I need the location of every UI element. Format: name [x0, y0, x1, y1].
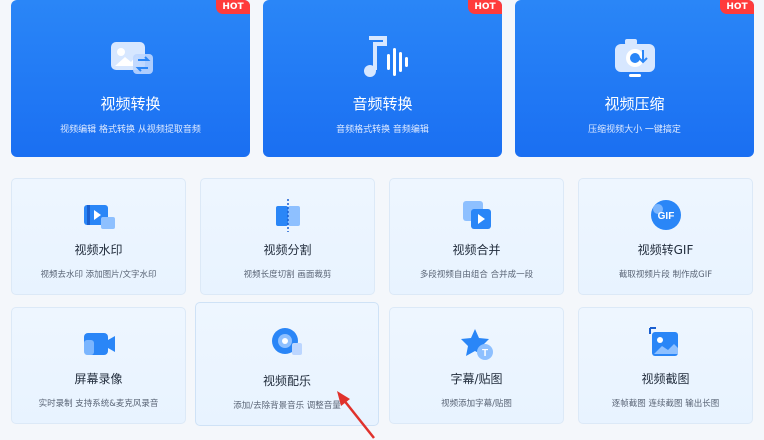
- card-title: 字幕/贴图: [450, 372, 503, 386]
- card-desc: 多段视频自由组合 合并成一段: [419, 270, 534, 280]
- card-desc: 视频长度切割 画面裁剪: [243, 270, 332, 280]
- card-title: 视频配乐: [262, 374, 311, 388]
- card-title: 视频压缩: [604, 95, 665, 113]
- subtitle-icon: T: [460, 329, 493, 360]
- video-compress-card[interactable]: HOT 视频压缩 压缩视频大小 一键搞定: [515, 0, 754, 157]
- video-split-card[interactable]: 视频分割 视频长度切割 画面裁剪: [200, 178, 375, 295]
- card-desc: 逐帧截图 连续截图 输出长图: [611, 399, 720, 409]
- video-screenshot-card[interactable]: 视频截图 逐帧截图 连续截图 输出长图: [578, 307, 753, 424]
- card-desc: 添加/去除背景音乐 调整音量: [233, 401, 341, 411]
- audio-convert-card[interactable]: HOT 音频转换 音频格式转换 音频编辑: [263, 0, 502, 157]
- video-merge-icon: [462, 201, 491, 229]
- gif-icon: GIF: [650, 200, 681, 230]
- audio-convert-icon: [363, 36, 408, 77]
- music-icon: [272, 328, 302, 355]
- screenshot-icon: [648, 327, 678, 356]
- video-convert-icon: [110, 42, 153, 74]
- card-title: 视频截图: [641, 372, 690, 386]
- video-merge-card[interactable]: 视频合并 多段视频自由组合 合并成一段: [389, 178, 564, 295]
- hot-badge: HOT: [468, 0, 502, 14]
- card-title: 音频转换: [352, 95, 413, 113]
- svg-text:T: T: [481, 348, 487, 359]
- video-watermark-icon: [83, 205, 115, 229]
- screen-record-icon: [83, 333, 115, 355]
- video-split-icon: [275, 199, 300, 232]
- card-title: 视频转换: [100, 95, 161, 113]
- hot-badge: HOT: [216, 0, 250, 14]
- video-convert-card[interactable]: HOT 视频转换 视频编辑 格式转换 从视频提取音频: [11, 0, 250, 157]
- card-desc: 实时录制 支持系统&麦克风录音: [38, 399, 159, 409]
- card-desc: 视频添加字幕/贴图: [441, 399, 512, 409]
- card-title: 视频合并: [452, 243, 501, 257]
- card-title: 视频分割: [263, 243, 312, 257]
- video-to-gif-card[interactable]: GIF 视频转GIF 截取视频片段 制作成GIF: [578, 178, 753, 295]
- hot-badge: HOT: [720, 0, 754, 14]
- card-desc: 压缩视频大小 一键搞定: [588, 125, 681, 135]
- video-watermark-card[interactable]: 视频水印 视频去水印 添加图片/文字水印: [11, 178, 186, 295]
- svg-text:GIF: GIF: [657, 211, 674, 222]
- card-title: 视频转GIF: [637, 243, 694, 257]
- video-music-card[interactable]: 视频配乐 添加/去除背景音乐 调整音量: [195, 302, 379, 426]
- card-desc: 截取视频片段 制作成GIF: [618, 270, 713, 280]
- card-title: 视频水印: [74, 243, 123, 257]
- card-desc: 视频去水印 添加图片/文字水印: [40, 270, 157, 280]
- card-desc: 音频格式转换 音频编辑: [336, 125, 429, 135]
- screen-record-card[interactable]: 屏幕录像 实时录制 支持系统&麦克风录音: [11, 307, 186, 424]
- video-compress-icon: [614, 39, 655, 77]
- subtitle-sticker-card[interactable]: T 字幕/贴图 视频添加字幕/贴图: [389, 307, 564, 424]
- card-desc: 视频编辑 格式转换 从视频提取音频: [60, 125, 201, 135]
- card-title: 屏幕录像: [74, 372, 123, 386]
